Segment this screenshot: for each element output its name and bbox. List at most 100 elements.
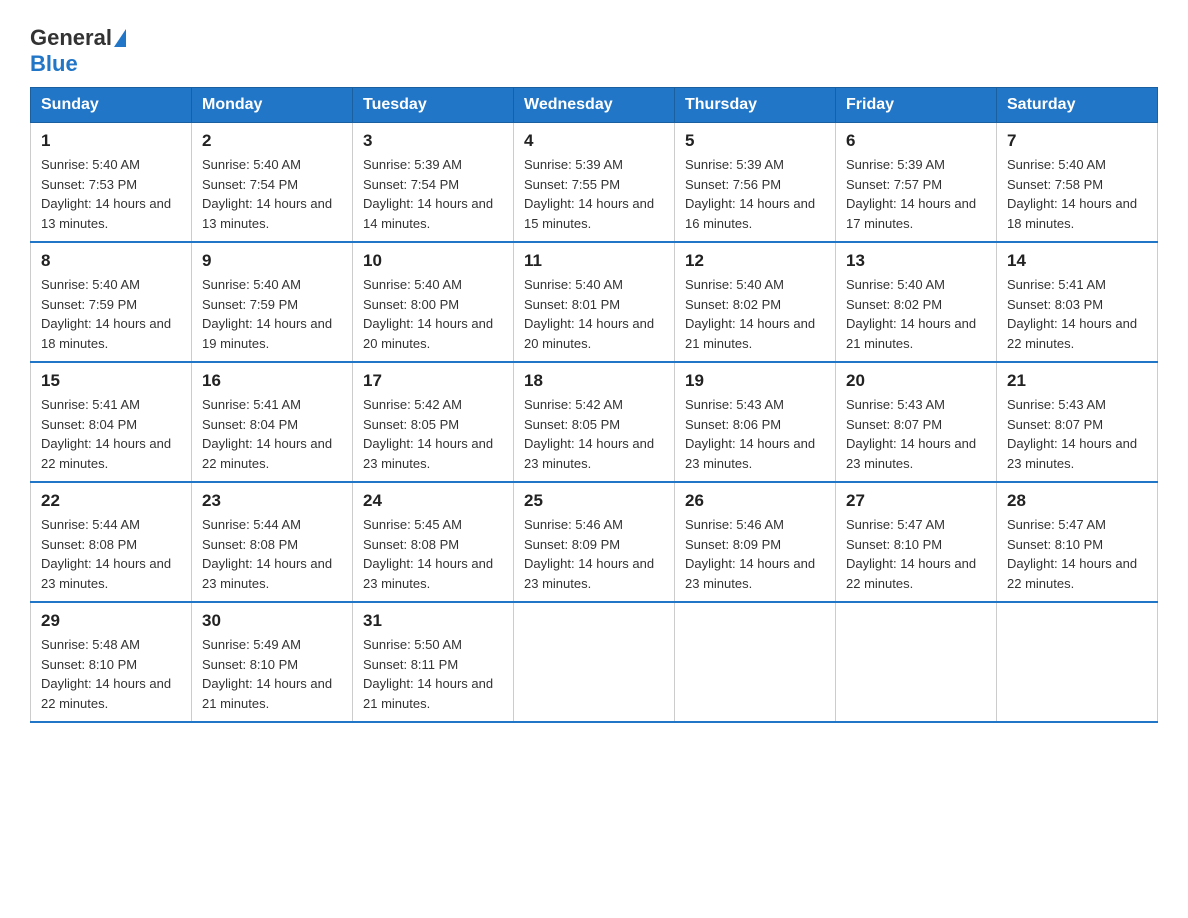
day-info: Sunrise: 5:46 AMSunset: 8:09 PMDaylight:… (685, 515, 825, 593)
day-number: 9 (202, 251, 342, 271)
day-number: 1 (41, 131, 181, 151)
day-number: 11 (524, 251, 664, 271)
day-info: Sunrise: 5:46 AMSunset: 8:09 PMDaylight:… (524, 515, 664, 593)
day-number: 30 (202, 611, 342, 631)
weekday-header-tuesday: Tuesday (353, 88, 514, 123)
day-number: 26 (685, 491, 825, 511)
day-number: 7 (1007, 131, 1147, 151)
day-number: 5 (685, 131, 825, 151)
calendar-week-row: 15 Sunrise: 5:41 AMSunset: 8:04 PMDayligh… (31, 362, 1158, 482)
calendar-cell: 26 Sunrise: 5:46 AMSunset: 8:09 PMDayligh… (675, 482, 836, 602)
day-info: Sunrise: 5:41 AMSunset: 8:03 PMDaylight:… (1007, 275, 1147, 353)
weekday-header-sunday: Sunday (31, 88, 192, 123)
calendar-cell: 7 Sunrise: 5:40 AMSunset: 7:58 PMDaylight… (997, 123, 1158, 243)
day-info: Sunrise: 5:40 AMSunset: 7:54 PMDaylight:… (202, 155, 342, 233)
logo: General Blue (30, 25, 128, 77)
calendar-cell: 22 Sunrise: 5:44 AMSunset: 8:08 PMDayligh… (31, 482, 192, 602)
day-info: Sunrise: 5:39 AMSunset: 7:54 PMDaylight:… (363, 155, 503, 233)
calendar-table: SundayMondayTuesdayWednesdayThursdayFrid… (30, 87, 1158, 723)
calendar-cell: 30Sunrise: 5:49 AMSunset: 8:10 PMDayligh… (192, 602, 353, 722)
day-number: 15 (41, 371, 181, 391)
day-info: Sunrise: 5:39 AMSunset: 7:57 PMDaylight:… (846, 155, 986, 233)
calendar-cell: 5 Sunrise: 5:39 AMSunset: 7:56 PMDaylight… (675, 123, 836, 243)
day-info: Sunrise: 5:40 AMSunset: 7:53 PMDaylight:… (41, 155, 181, 233)
calendar-week-row: 1 Sunrise: 5:40 AMSunset: 7:53 PMDaylight… (31, 123, 1158, 243)
page-header: General Blue (30, 20, 1158, 77)
calendar-cell: 11Sunrise: 5:40 AMSunset: 8:01 PMDayligh… (514, 242, 675, 362)
day-number: 25 (524, 491, 664, 511)
day-info: Sunrise: 5:47 AMSunset: 8:10 PMDaylight:… (846, 515, 986, 593)
calendar-cell: 29 Sunrise: 5:48 AMSunset: 8:10 PMDayligh… (31, 602, 192, 722)
day-info: Sunrise: 5:41 AMSunset: 8:04 PMDaylight:… (41, 395, 181, 473)
calendar-cell: 12 Sunrise: 5:40 AMSunset: 8:02 PMDayligh… (675, 242, 836, 362)
day-info: Sunrise: 5:45 AMSunset: 8:08 PMDaylight:… (363, 515, 503, 593)
calendar-cell: 27 Sunrise: 5:47 AMSunset: 8:10 PMDayligh… (836, 482, 997, 602)
day-info: Sunrise: 5:40 AMSunset: 8:00 PMDaylight:… (363, 275, 503, 353)
calendar-cell: 23 Sunrise: 5:44 AMSunset: 8:08 PMDayligh… (192, 482, 353, 602)
day-number: 19 (685, 371, 825, 391)
calendar-cell: 9Sunrise: 5:40 AMSunset: 7:59 PMDaylight… (192, 242, 353, 362)
day-number: 16 (202, 371, 342, 391)
weekday-header-wednesday: Wednesday (514, 88, 675, 123)
calendar-cell: 13Sunrise: 5:40 AMSunset: 8:02 PMDayligh… (836, 242, 997, 362)
day-info: Sunrise: 5:44 AMSunset: 8:08 PMDaylight:… (41, 515, 181, 593)
logo-triangle-icon (114, 29, 126, 47)
day-number: 28 (1007, 491, 1147, 511)
day-number: 20 (846, 371, 986, 391)
day-info: Sunrise: 5:40 AMSunset: 7:59 PMDaylight:… (41, 275, 181, 353)
day-info: Sunrise: 5:40 AMSunset: 8:02 PMDaylight:… (685, 275, 825, 353)
day-number: 3 (363, 131, 503, 151)
day-info: Sunrise: 5:48 AMSunset: 8:10 PMDaylight:… (41, 635, 181, 713)
calendar-header: SundayMondayTuesdayWednesdayThursdayFrid… (31, 88, 1158, 123)
day-info: Sunrise: 5:40 AMSunset: 7:58 PMDaylight:… (1007, 155, 1147, 233)
calendar-cell: 25 Sunrise: 5:46 AMSunset: 8:09 PMDayligh… (514, 482, 675, 602)
day-number: 31 (363, 611, 503, 631)
day-number: 12 (685, 251, 825, 271)
calendar-cell: 31 Sunrise: 5:50 AMSunset: 8:11 PMDayligh… (353, 602, 514, 722)
calendar-week-row: 8 Sunrise: 5:40 AMSunset: 7:59 PMDaylight… (31, 242, 1158, 362)
day-number: 22 (41, 491, 181, 511)
calendar-cell: 28 Sunrise: 5:47 AMSunset: 8:10 PMDayligh… (997, 482, 1158, 602)
day-number: 17 (363, 371, 503, 391)
calendar-cell (675, 602, 836, 722)
day-number: 21 (1007, 371, 1147, 391)
day-info: Sunrise: 5:44 AMSunset: 8:08 PMDaylight:… (202, 515, 342, 593)
day-number: 18 (524, 371, 664, 391)
day-number: 23 (202, 491, 342, 511)
calendar-cell: 19Sunrise: 5:43 AMSunset: 8:06 PMDayligh… (675, 362, 836, 482)
day-number: 4 (524, 131, 664, 151)
calendar-cell (514, 602, 675, 722)
calendar-cell: 14 Sunrise: 5:41 AMSunset: 8:03 PMDayligh… (997, 242, 1158, 362)
calendar-cell: 21Sunrise: 5:43 AMSunset: 8:07 PMDayligh… (997, 362, 1158, 482)
calendar-cell: 20 Sunrise: 5:43 AMSunset: 8:07 PMDayligh… (836, 362, 997, 482)
weekday-header-friday: Friday (836, 88, 997, 123)
day-number: 14 (1007, 251, 1147, 271)
day-info: Sunrise: 5:47 AMSunset: 8:10 PMDaylight:… (1007, 515, 1147, 593)
day-info: Sunrise: 5:39 AMSunset: 7:55 PMDaylight:… (524, 155, 664, 233)
calendar-cell: 8 Sunrise: 5:40 AMSunset: 7:59 PMDaylight… (31, 242, 192, 362)
day-info: Sunrise: 5:43 AMSunset: 8:07 PMDaylight:… (846, 395, 986, 473)
day-number: 8 (41, 251, 181, 271)
day-number: 24 (363, 491, 503, 511)
logo-blue-text: Blue (30, 51, 78, 77)
weekday-header-row: SundayMondayTuesdayWednesdayThursdayFrid… (31, 88, 1158, 123)
calendar-body: 1 Sunrise: 5:40 AMSunset: 7:53 PMDaylight… (31, 123, 1158, 723)
day-info: Sunrise: 5:39 AMSunset: 7:56 PMDaylight:… (685, 155, 825, 233)
day-number: 27 (846, 491, 986, 511)
weekday-header-saturday: Saturday (997, 88, 1158, 123)
calendar-cell: 10 Sunrise: 5:40 AMSunset: 8:00 PMDayligh… (353, 242, 514, 362)
day-number: 2 (202, 131, 342, 151)
calendar-cell: 2 Sunrise: 5:40 AMSunset: 7:54 PMDaylight… (192, 123, 353, 243)
calendar-week-row: 22 Sunrise: 5:44 AMSunset: 8:08 PMDayligh… (31, 482, 1158, 602)
day-number: 29 (41, 611, 181, 631)
calendar-cell: 6Sunrise: 5:39 AMSunset: 7:57 PMDaylight… (836, 123, 997, 243)
day-info: Sunrise: 5:50 AMSunset: 8:11 PMDaylight:… (363, 635, 503, 713)
day-number: 10 (363, 251, 503, 271)
calendar-cell: 4 Sunrise: 5:39 AMSunset: 7:55 PMDaylight… (514, 123, 675, 243)
calendar-cell: 24 Sunrise: 5:45 AMSunset: 8:08 PMDayligh… (353, 482, 514, 602)
day-info: Sunrise: 5:42 AMSunset: 8:05 PMDaylight:… (524, 395, 664, 473)
calendar-cell: 15 Sunrise: 5:41 AMSunset: 8:04 PMDayligh… (31, 362, 192, 482)
calendar-cell: 1 Sunrise: 5:40 AMSunset: 7:53 PMDaylight… (31, 123, 192, 243)
day-number: 13 (846, 251, 986, 271)
calendar-week-row: 29 Sunrise: 5:48 AMSunset: 8:10 PMDayligh… (31, 602, 1158, 722)
